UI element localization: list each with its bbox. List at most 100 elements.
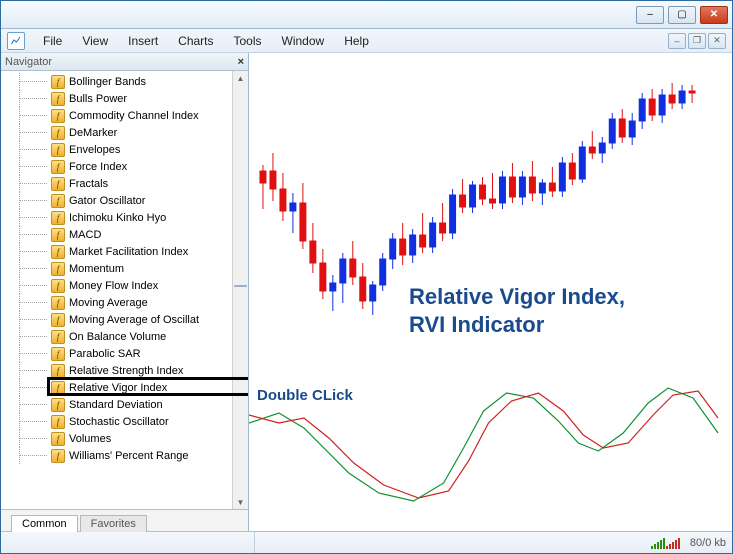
indicator-icon: f bbox=[51, 75, 65, 89]
indicator-icon: f bbox=[51, 262, 65, 276]
connection-speed: 80/0 kb bbox=[690, 537, 726, 549]
indicator-icon: f bbox=[51, 381, 65, 395]
indicator-label: Moving Average bbox=[69, 297, 148, 309]
indicator-label: On Balance Volume bbox=[69, 331, 166, 343]
indicator-label: Stochastic Oscillator bbox=[69, 416, 169, 428]
indicator-item[interactable]: f Fractals bbox=[3, 175, 232, 192]
navigator-panel: Navigator × f Bollinger Bands f Bulls Power… bbox=[1, 53, 249, 531]
indicator-icon: f bbox=[51, 211, 65, 225]
indicator-label: Market Facilitation Index bbox=[69, 246, 188, 258]
scroll-up-icon[interactable]: ▲ bbox=[233, 71, 248, 85]
indicator-icon: f bbox=[51, 92, 65, 106]
navigator-scrollbar[interactable]: ▲ ▼ bbox=[232, 71, 248, 509]
indicator-item[interactable]: f Moving Average bbox=[3, 294, 232, 311]
connection-bars-icon bbox=[651, 537, 680, 549]
navigator-tree: fBollinger BandsfBulls PowerfCommodity C… bbox=[1, 71, 248, 509]
menu-window[interactable]: Window bbox=[272, 32, 335, 50]
indicator-item[interactable]: fMACD bbox=[3, 226, 232, 243]
mdi-close-button[interactable]: ✕ bbox=[708, 33, 726, 49]
indicator-icon: f bbox=[51, 177, 65, 191]
indicator-label: Gator Oscillator bbox=[69, 195, 145, 207]
indicator-icon: f bbox=[51, 279, 65, 293]
indicator-label: Envelopes bbox=[69, 144, 120, 156]
indicator-item[interactable]: f Bulls Power bbox=[3, 90, 232, 107]
window-close-button[interactable]: ✕ bbox=[700, 6, 728, 24]
indicator-label: Momentum bbox=[69, 263, 124, 275]
indicator-label: Williams' Percent Range bbox=[69, 450, 188, 462]
indicator-label: Money Flow Index bbox=[69, 280, 158, 292]
indicator-icon: f bbox=[51, 364, 65, 378]
window-minimize-button[interactable]: – bbox=[636, 6, 664, 24]
indicator-icon: f bbox=[51, 228, 65, 242]
menu-charts[interactable]: Charts bbox=[168, 32, 223, 50]
indicator-item[interactable]: f Stochastic Oscillator bbox=[3, 413, 232, 430]
indicator-icon: f bbox=[51, 449, 65, 463]
indicator-icon: f bbox=[51, 347, 65, 361]
indicator-label: Ichimoku Kinko Hyo bbox=[69, 212, 166, 224]
indicator-item[interactable]: f On Balance Volume bbox=[3, 328, 232, 345]
indicator-item[interactable]: fStandard Deviation bbox=[3, 396, 232, 413]
indicator-icon: f bbox=[51, 160, 65, 174]
main-window: – ▢ ✕ File View Insert Charts Tools Wind… bbox=[0, 0, 733, 554]
statusbar: 80/0 kb bbox=[1, 531, 732, 553]
indicator-label: Parabolic SAR bbox=[69, 348, 141, 360]
mdi-minimize-button[interactable]: – bbox=[668, 33, 686, 49]
app-icon bbox=[7, 32, 25, 50]
navigator-title: Navigator bbox=[5, 56, 52, 68]
menu-help[interactable]: Help bbox=[334, 32, 379, 50]
menu-view[interactable]: View bbox=[72, 32, 118, 50]
navigator-close-icon[interactable]: × bbox=[238, 56, 244, 68]
indicator-item[interactable]: f Force Index bbox=[3, 158, 232, 175]
indicator-label: Fractals bbox=[69, 178, 108, 190]
indicator-label: Force Index bbox=[69, 161, 127, 173]
indicator-label: DeMarker bbox=[69, 127, 117, 139]
scroll-down-icon[interactable]: ▼ bbox=[233, 495, 248, 509]
indicator-item[interactable]: f Relative Vigor Index bbox=[3, 379, 232, 396]
annotation-double-click: Double CLick bbox=[257, 387, 353, 404]
navigator-tabs: Common Favorites bbox=[1, 509, 248, 531]
indicator-label: Volumes bbox=[69, 433, 111, 445]
indicator-icon: f bbox=[51, 330, 65, 344]
indicator-item[interactable]: f Parabolic SAR bbox=[3, 345, 232, 362]
indicator-item[interactable]: fMoving Average of Oscillat bbox=[3, 311, 232, 328]
annotation-title: Relative Vigor Index, RVI Indicator bbox=[409, 283, 625, 338]
indicator-item[interactable]: f Market Facilitation Index bbox=[3, 243, 232, 260]
indicator-item[interactable]: f Money Flow Index bbox=[3, 277, 232, 294]
navigator-header: Navigator × bbox=[1, 53, 248, 71]
indicator-icon: f bbox=[51, 245, 65, 259]
indicator-item[interactable]: f Bollinger Bands bbox=[3, 73, 232, 90]
indicator-item[interactable]: f Volumes bbox=[3, 430, 232, 447]
scroll-thumb[interactable] bbox=[234, 285, 247, 287]
indicator-item[interactable]: fCommodity Channel Index bbox=[3, 107, 232, 124]
indicator-item[interactable]: f Envelopes bbox=[3, 141, 232, 158]
indicator-label: Commodity Channel Index bbox=[69, 110, 199, 122]
indicator-item[interactable]: f Gator Oscillator bbox=[3, 192, 232, 209]
indicator-icon: f bbox=[51, 432, 65, 446]
menu-file[interactable]: File bbox=[33, 32, 72, 50]
mdi-restore-button[interactable]: ❐ bbox=[688, 33, 706, 49]
indicator-label: Relative Strength Index bbox=[69, 365, 183, 377]
indicator-item[interactable]: f Relative Strength Index bbox=[3, 362, 232, 379]
menu-tools[interactable]: Tools bbox=[224, 32, 272, 50]
indicator-item[interactable]: f Williams' Percent Range bbox=[3, 447, 232, 464]
indicator-icon: f bbox=[51, 415, 65, 429]
indicator-icon: f bbox=[51, 143, 65, 157]
indicator-label: Relative Vigor Index bbox=[69, 382, 167, 394]
titlebar: – ▢ ✕ bbox=[1, 1, 732, 29]
indicator-label: Bulls Power bbox=[69, 93, 127, 105]
indicator-label: Bollinger Bands bbox=[69, 76, 146, 88]
tab-favorites[interactable]: Favorites bbox=[80, 515, 147, 532]
tab-common[interactable]: Common bbox=[11, 515, 78, 532]
indicator-label: Standard Deviation bbox=[69, 399, 163, 411]
indicator-item[interactable]: f Momentum bbox=[3, 260, 232, 277]
menubar: File View Insert Charts Tools Window Hel… bbox=[1, 29, 732, 53]
chart-area[interactable]: Relative Vigor Index, RVI Indicator Doub… bbox=[249, 53, 732, 531]
indicator-icon: f bbox=[51, 126, 65, 140]
indicator-icon: f bbox=[51, 194, 65, 208]
indicator-icon: f bbox=[51, 296, 65, 310]
indicator-item[interactable]: f DeMarker bbox=[3, 124, 232, 141]
indicator-item[interactable]: f Ichimoku Kinko Hyo bbox=[3, 209, 232, 226]
indicator-icon: f bbox=[51, 313, 65, 327]
window-maximize-button[interactable]: ▢ bbox=[668, 6, 696, 24]
menu-insert[interactable]: Insert bbox=[118, 32, 168, 50]
